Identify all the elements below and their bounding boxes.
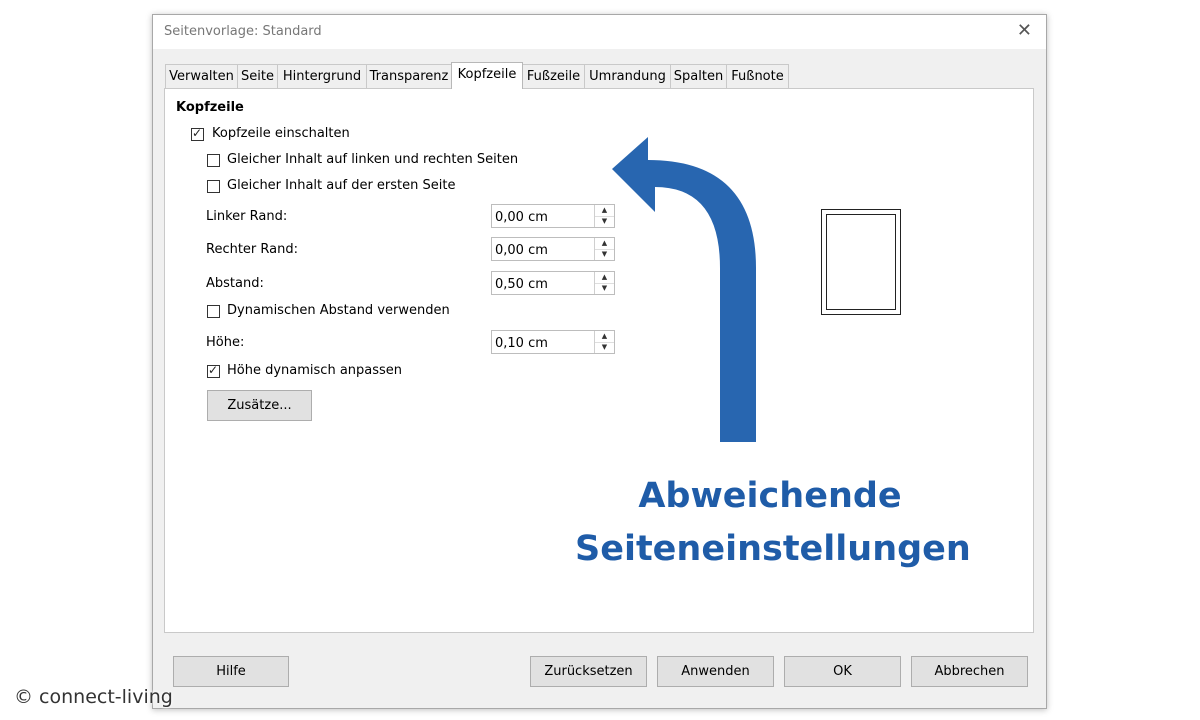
tab-kopfzeile[interactable]: Kopfzeile [451, 62, 523, 89]
watermark: © connect-living [14, 686, 173, 708]
annotation-callout: Abweichende Seiteneinstellungen [575, 470, 971, 576]
annotation-line-2: Seiteneinstellungen [575, 529, 971, 569]
annotation-arrow-icon [612, 137, 756, 442]
annotation-line-1: Abweichende [638, 476, 902, 516]
